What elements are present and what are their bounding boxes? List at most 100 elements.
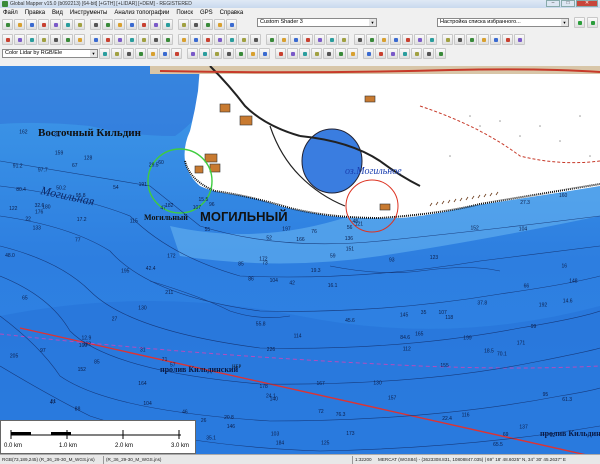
toolbar-button-icon[interactable] (26, 33, 37, 45)
toolbar-button-icon[interactable] (190, 18, 201, 30)
toolbar-button-icon[interactable] (102, 33, 113, 45)
menu-edit[interactable]: Правка (25, 10, 45, 16)
toolbar-button-icon[interactable] (226, 33, 237, 45)
toolbar-button-icon[interactable] (14, 18, 25, 30)
toolbar-button-icon[interactable] (202, 33, 213, 45)
toolbar-button-icon[interactable] (347, 47, 358, 59)
toolbar-button-icon[interactable] (363, 47, 374, 59)
toolbar-button-icon[interactable] (502, 33, 513, 45)
toolbar-button-icon[interactable] (99, 47, 110, 59)
menu-terrain[interactable]: Анализ топографии (114, 10, 169, 16)
toolbar-button-icon[interactable] (490, 33, 501, 45)
toolbar-button-icon[interactable] (366, 33, 377, 45)
toolbar-button-icon[interactable] (250, 33, 261, 45)
menu-help[interactable]: Справка (220, 10, 244, 16)
toolbar-button-icon[interactable] (266, 33, 277, 45)
toolbar-button-icon[interactable] (335, 47, 346, 59)
play-icon[interactable] (574, 17, 585, 28)
menu-tools[interactable]: Инструменты (70, 10, 107, 16)
toolbar-button-icon[interactable] (314, 33, 325, 45)
toolbar-button-icon[interactable] (199, 47, 210, 59)
toolbar-button-icon[interactable] (62, 18, 73, 30)
toolbar-button-icon[interactable] (326, 33, 337, 45)
toolbar-button-icon[interactable] (126, 18, 137, 30)
toolbar-button-icon[interactable] (275, 47, 286, 59)
toolbar-button-icon[interactable] (171, 47, 182, 59)
toolbar-button-icon[interactable] (190, 33, 201, 45)
toolbar-button-icon[interactable] (138, 33, 149, 45)
toolbar-button-icon[interactable] (290, 33, 301, 45)
toolbar-button-icon[interactable] (202, 18, 213, 30)
toolbar-button-icon[interactable] (38, 33, 49, 45)
toolbar-button-icon[interactable] (147, 47, 158, 59)
toolbar-button-icon[interactable] (287, 47, 298, 59)
toolbar-button-icon[interactable] (211, 47, 222, 59)
toolbar-button-icon[interactable] (378, 33, 389, 45)
toolbar-button-icon[interactable] (223, 47, 234, 59)
toolbar-button-icon[interactable] (135, 47, 146, 59)
toolbar-button-icon[interactable] (114, 33, 125, 45)
toolbar-button-icon[interactable] (150, 18, 161, 30)
toolbar-button-icon[interactable] (299, 47, 310, 59)
toolbar-button-icon[interactable] (454, 33, 465, 45)
toolbar-button-icon[interactable] (411, 47, 422, 59)
toolbar-button-icon[interactable] (178, 18, 189, 30)
toolbar-button-icon[interactable] (478, 33, 489, 45)
toolbar-button-icon[interactable] (38, 18, 49, 30)
toolbar-button-icon[interactable] (90, 33, 101, 45)
toolbar-button-icon[interactable] (302, 33, 313, 45)
toolbar-button-icon[interactable] (126, 33, 137, 45)
toolbar-button-icon[interactable] (466, 33, 477, 45)
menu-view[interactable]: Вид (52, 10, 63, 16)
close-button[interactable]: ✕ (576, 0, 598, 7)
menu-search[interactable]: Поиск (176, 10, 193, 16)
toolbar-button-icon[interactable] (414, 33, 425, 45)
toolbar-button-icon[interactable] (62, 33, 73, 45)
toolbar-button-icon[interactable] (311, 47, 322, 59)
toolbar-button-icon[interactable] (435, 47, 446, 59)
favorites-dropdown[interactable]: Настройка списка избранного... ▼ (437, 18, 569, 27)
toolbar-button-icon[interactable] (123, 47, 134, 59)
toolbar-button-icon[interactable] (138, 18, 149, 30)
toolbar-button-icon[interactable] (338, 33, 349, 45)
toolbar-button-icon[interactable] (102, 18, 113, 30)
toolbar-button-icon[interactable] (214, 33, 225, 45)
layer-dropdown[interactable]: Color Lidar by RGB/Ele ▼ (2, 48, 98, 58)
toolbar-button-icon[interactable] (162, 18, 173, 30)
shader-dropdown[interactable]: Custom Shader 3 ▼ (257, 18, 377, 27)
toolbar-button-icon[interactable] (114, 18, 125, 30)
menu-gps[interactable]: GPS (200, 10, 213, 16)
toolbar-button-icon[interactable] (14, 33, 25, 45)
toolbar-button-icon[interactable] (442, 33, 453, 45)
toolbar-button-icon[interactable] (390, 33, 401, 45)
toolbar-button-icon[interactable] (74, 33, 85, 45)
toolbar-button-icon[interactable] (187, 47, 198, 59)
map-canvas[interactable]: Восточный Кильдин Могильная МОГИЛЬНЫЙ Мо… (0, 66, 600, 454)
toolbar-button-icon[interactable] (235, 47, 246, 59)
toolbar-button-icon[interactable] (247, 47, 258, 59)
toolbar-button-icon[interactable] (111, 47, 122, 59)
toolbar-button-icon[interactable] (90, 18, 101, 30)
toolbar-button-icon[interactable] (426, 33, 437, 45)
toolbar-button-icon[interactable] (150, 33, 161, 45)
run-icon[interactable] (587, 17, 598, 28)
maximize-button[interactable]: □ (561, 0, 575, 7)
toolbar-button-icon[interactable] (2, 33, 13, 45)
toolbar-button-icon[interactable] (50, 18, 61, 30)
toolbar-button-icon[interactable] (278, 33, 289, 45)
toolbar-button-icon[interactable] (178, 33, 189, 45)
toolbar-button-icon[interactable] (26, 18, 37, 30)
toolbar-button-icon[interactable] (50, 33, 61, 45)
toolbar-button-icon[interactable] (387, 47, 398, 59)
map-view[interactable]: Восточный Кильдин Могильная МОГИЛЬНЫЙ Мо… (0, 66, 600, 454)
toolbar-button-icon[interactable] (74, 18, 85, 30)
toolbar-button-icon[interactable] (423, 47, 434, 59)
menu-file[interactable]: Файл (3, 10, 18, 16)
toolbar-button-icon[interactable] (323, 47, 334, 59)
toolbar-button-icon[interactable] (402, 33, 413, 45)
toolbar-button-icon[interactable] (214, 18, 225, 30)
minimize-button[interactable]: – (546, 0, 560, 7)
toolbar-button-icon[interactable] (2, 18, 13, 30)
toolbar-button-icon[interactable] (159, 47, 170, 59)
toolbar-button-icon[interactable] (238, 33, 249, 45)
